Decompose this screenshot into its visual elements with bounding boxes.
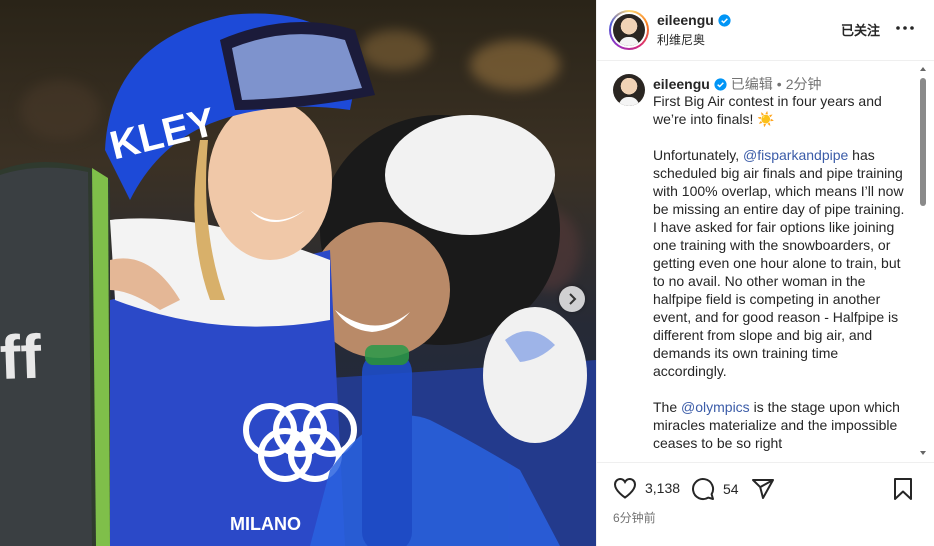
header-username-row[interactable]: eileengu (657, 12, 731, 28)
edited-label: 已编辑 (730, 76, 773, 92)
svg-text:ff: ff (0, 323, 43, 393)
caption-paragraph-1: First Big Air contest in four years and … (653, 93, 886, 127)
save-button[interactable] (893, 477, 913, 501)
caption-text-2b: has scheduled big air finals and pipe tr… (653, 147, 909, 379)
post-side-panel: eileengu 利维尼奥 已关注 eileengu 已编辑 • 2分钟 Fir… (596, 0, 934, 546)
following-button[interactable]: 已关注 (841, 20, 880, 39)
scroll-up-icon[interactable] (920, 66, 926, 72)
comments-scrollbar[interactable] (919, 64, 927, 460)
mention-olympics[interactable]: @olympics (681, 399, 750, 415)
bookmark-icon (894, 478, 912, 500)
comment-button[interactable]: 54 (691, 477, 739, 501)
post-time-ago[interactable]: 6分钟前 (613, 509, 656, 526)
caption-text: First Big Air contest in four years and … (653, 92, 908, 452)
meta-separator: • (776, 76, 782, 92)
send-icon (752, 479, 774, 499)
caption-text-2a: Unfortunately, (653, 147, 744, 163)
photo-scene: ff MILANO KLEY (0, 13, 596, 546)
comment-count[interactable]: 54 (723, 481, 739, 497)
svg-text:MILANO: MILANO (230, 514, 301, 534)
post-photo[interactable]: ff MILANO KLEY (0, 0, 596, 546)
scroll-down-icon[interactable] (920, 450, 926, 456)
caption-time[interactable]: 2分钟 (786, 74, 822, 94)
caption-username[interactable]: eileengu (653, 76, 710, 92)
header-username[interactable]: eileengu (657, 12, 714, 28)
caption-avatar[interactable] (613, 74, 645, 106)
story-ring[interactable] (609, 10, 649, 50)
post-actions: 3,138 54 6分钟前 (597, 462, 934, 546)
caption-meta: eileengu 已编辑 • 2分钟 (653, 74, 822, 94)
share-button[interactable] (751, 477, 775, 501)
comments-area[interactable]: eileengu 已编辑 • 2分钟 First Big Air contest… (597, 62, 934, 462)
verified-badge-icon (714, 77, 727, 91)
comment-icon (692, 478, 715, 501)
more-horizontal-icon (896, 26, 914, 30)
like-button[interactable]: 3,138 (613, 477, 680, 499)
scrollbar-thumb[interactable] (920, 78, 926, 206)
verified-badge-icon (718, 13, 731, 27)
post-header: eileengu 利维尼奥 已关注 (597, 0, 934, 61)
chevron-right-icon (569, 293, 577, 305)
mention-fisparkandpipe[interactable]: @fisparkandpipe (743, 147, 848, 163)
more-options-button[interactable] (895, 18, 915, 38)
heart-icon (613, 477, 637, 499)
post-location[interactable]: 利维尼奥 (657, 31, 705, 48)
avatar[interactable] (613, 14, 645, 46)
like-count[interactable]: 3,138 (645, 480, 680, 496)
next-photo-button[interactable] (559, 286, 585, 312)
caption-text-3a: The (653, 399, 682, 415)
